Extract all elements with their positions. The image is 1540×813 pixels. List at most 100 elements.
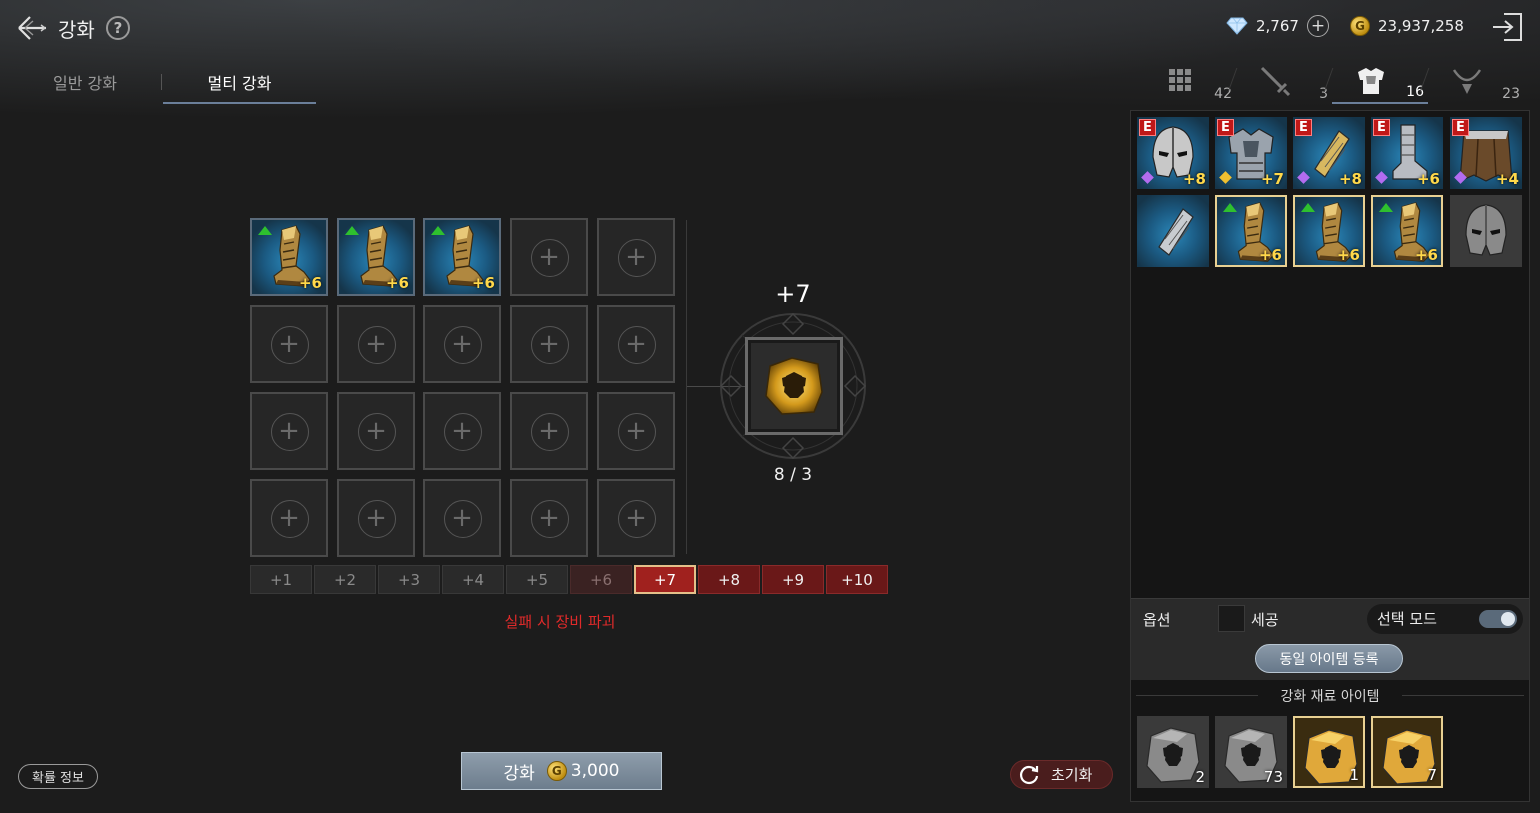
enhance-button[interactable]: 강화 G 3,000 xyxy=(461,752,662,790)
destroy-warning: 실패 시 장비 파괴 xyxy=(504,613,616,631)
inventory-item[interactable]: +6 xyxy=(1215,195,1287,267)
inventory-item[interactable] xyxy=(1137,195,1209,267)
select-mode-toggle[interactable] xyxy=(1479,610,1517,628)
target-material-count: 8 / 3 xyxy=(773,465,813,485)
material-item[interactable]: 1 xyxy=(1293,716,1365,788)
gold-amount: 23,937,258 xyxy=(1378,17,1464,35)
inventory-item[interactable]: +6 xyxy=(1293,195,1365,267)
plus-icon: + xyxy=(451,416,473,446)
item-level: +6 xyxy=(298,274,322,292)
plus-icon: + xyxy=(625,329,647,359)
reset-label: 초기화 xyxy=(1051,766,1093,784)
empty-material-slot[interactable]: + xyxy=(423,479,501,557)
empty-material-slot[interactable]: + xyxy=(597,305,675,383)
empty-material-slot[interactable]: + xyxy=(423,305,501,383)
empty-material-slot[interactable]: + xyxy=(337,392,415,470)
inventory-item[interactable]: +6 xyxy=(1371,195,1443,267)
level-tab[interactable]: +7 xyxy=(634,565,696,594)
level-tab[interactable]: +1 xyxy=(250,565,312,594)
plus-icon: + xyxy=(625,242,647,272)
category-tab[interactable]: 42 xyxy=(1140,60,1236,104)
plus-icon: + xyxy=(365,329,387,359)
level-tab[interactable]: +4 xyxy=(442,565,504,594)
level-tab[interactable]: +6 xyxy=(570,565,632,594)
level-tab[interactable]: +8 xyxy=(698,565,760,594)
helmet-icon xyxy=(1450,195,1522,267)
empty-material-slot[interactable]: + xyxy=(250,392,328,470)
tab-normal-enhance[interactable]: 일반 강화 xyxy=(30,70,140,104)
empty-material-slot[interactable]: + xyxy=(597,218,675,296)
target-item-slot[interactable] xyxy=(745,337,843,435)
level-tab[interactable]: +10 xyxy=(826,565,888,594)
level-tab[interactable]: +3 xyxy=(378,565,440,594)
equipped-badge: E xyxy=(1373,119,1390,136)
plus-icon: + xyxy=(278,416,300,446)
inventory-item[interactable]: E +8 xyxy=(1137,117,1209,189)
exit-button[interactable] xyxy=(1490,10,1526,44)
enhance-label: 강화 xyxy=(503,763,535,784)
upgrade-arrow-icon xyxy=(258,226,272,235)
material-item[interactable]: 73 xyxy=(1215,716,1287,788)
inventory-item[interactable]: E +7 xyxy=(1215,117,1287,189)
material-item[interactable]: 7 xyxy=(1371,716,1443,788)
level-tab[interactable]: +5 xyxy=(506,565,568,594)
option-label: 옵션 xyxy=(1143,611,1171,629)
back-button[interactable] xyxy=(14,10,50,46)
empty-material-slot[interactable]: + xyxy=(250,479,328,557)
armor-icon xyxy=(1354,64,1388,102)
filled-material-slot[interactable]: +6 xyxy=(337,218,415,296)
help-button[interactable]: ? xyxy=(106,16,130,40)
material-item[interactable]: 2 xyxy=(1137,716,1209,788)
empty-material-slot[interactable]: + xyxy=(510,479,588,557)
probability-info-button[interactable]: 확률 정보 xyxy=(18,764,98,789)
empty-material-slot[interactable]: + xyxy=(510,392,588,470)
target-level: +7 xyxy=(775,280,811,308)
upgrade-arrow-icon xyxy=(1379,203,1393,212)
gem-currency: 2,767 + xyxy=(1226,14,1329,38)
empty-material-slot[interactable]: + xyxy=(337,305,415,383)
equipped-badge: E xyxy=(1217,119,1234,136)
tab-multi-enhance[interactable]: 멀티 강화 xyxy=(163,70,316,104)
level-tab[interactable]: +2 xyxy=(314,565,376,594)
plus-icon: + xyxy=(278,503,300,533)
upgrade-arrow-icon xyxy=(1301,203,1315,212)
item-level: +4 xyxy=(1495,170,1519,188)
plus-icon: + xyxy=(538,416,560,446)
material-count: 1 xyxy=(1349,766,1359,784)
filled-material-slot[interactable]: +6 xyxy=(423,218,501,296)
inventory-item[interactable]: E +6 xyxy=(1371,117,1443,189)
plus-icon: + xyxy=(365,416,387,446)
grid-divider xyxy=(686,220,687,554)
category-tab[interactable]: 23 xyxy=(1428,60,1524,104)
level-tab[interactable]: +9 xyxy=(762,565,824,594)
empty-material-slot[interactable]: + xyxy=(510,218,588,296)
empty-material-slot[interactable]: + xyxy=(250,305,328,383)
material-section-title: 강화 재료 아이템 xyxy=(1280,689,1380,705)
equipped-badge: E xyxy=(1452,119,1469,136)
register-same-item-button[interactable]: 동일 아이템 등록 xyxy=(1255,644,1403,673)
gold-armor-stone-icon xyxy=(765,357,823,415)
item-level: +6 xyxy=(385,274,409,292)
empty-material-slot[interactable]: + xyxy=(337,479,415,557)
category-tab[interactable]: 3 xyxy=(1236,60,1332,104)
item-level: +8 xyxy=(1182,170,1206,188)
empty-material-slot[interactable]: + xyxy=(597,392,675,470)
add-gems-button[interactable]: + xyxy=(1306,15,1329,37)
plus-icon: + xyxy=(278,329,300,359)
sword-icon xyxy=(1258,64,1292,102)
empty-material-slot[interactable]: + xyxy=(423,392,501,470)
polish-checkbox[interactable] xyxy=(1218,605,1245,632)
filled-material-slot[interactable]: +6 xyxy=(250,218,328,296)
empty-material-slot[interactable]: + xyxy=(597,479,675,557)
plus-icon: + xyxy=(538,329,560,359)
reset-button[interactable]: 초기화 xyxy=(1010,760,1113,789)
item-level: +6 xyxy=(1416,170,1440,188)
enhance-cost: 3,000 xyxy=(570,761,620,781)
inventory-item[interactable] xyxy=(1450,195,1522,267)
back-arrow-icon xyxy=(18,16,47,40)
category-tab[interactable]: 16 xyxy=(1332,60,1428,104)
inventory-item[interactable]: E +8 xyxy=(1293,117,1365,189)
upgrade-arrow-icon xyxy=(1223,203,1237,212)
empty-material-slot[interactable]: + xyxy=(510,305,588,383)
inventory-item[interactable]: E +4 xyxy=(1450,117,1522,189)
